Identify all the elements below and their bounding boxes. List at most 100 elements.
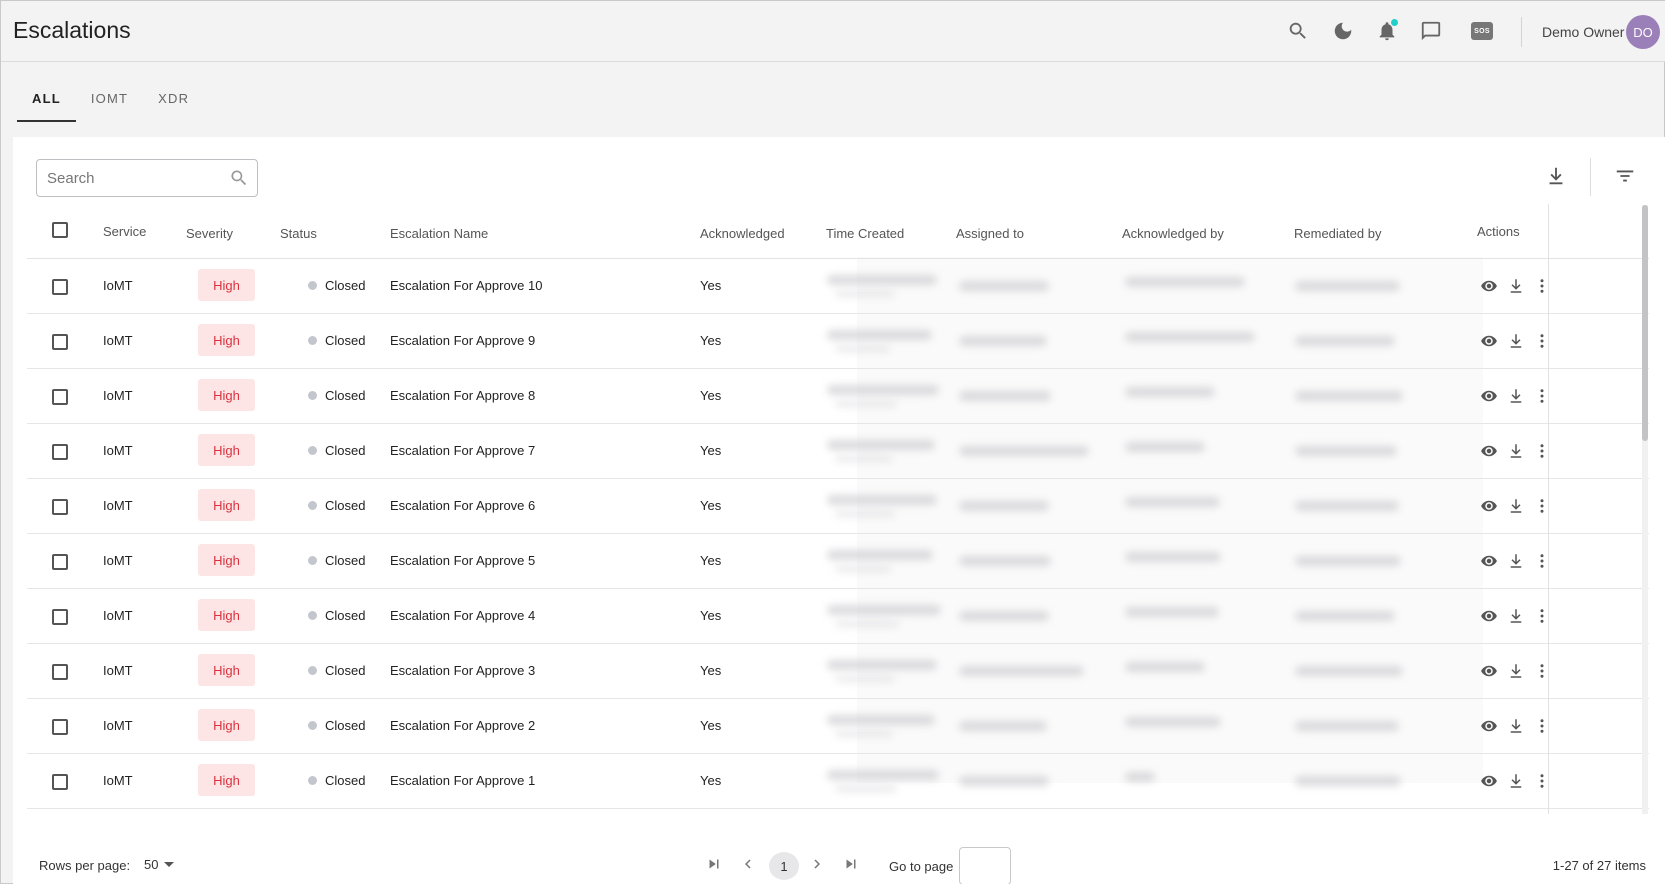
row-checkbox[interactable] xyxy=(52,334,68,350)
eye-icon[interactable] xyxy=(1478,605,1500,627)
go-to-page-input[interactable] xyxy=(959,847,1011,884)
table-row[interactable]: IoMT High Closed Escalation For Approve … xyxy=(27,589,1649,644)
col-service[interactable]: Service xyxy=(103,224,146,239)
download-icon[interactable] xyxy=(1505,495,1527,517)
col-severity[interactable]: Severity xyxy=(186,226,233,241)
assigned-to-redacted xyxy=(959,611,1049,621)
first-page-button[interactable] xyxy=(701,851,727,877)
row-checkbox[interactable] xyxy=(52,444,68,460)
table-row[interactable]: IoMT High Closed Escalation For Approve … xyxy=(27,754,1649,809)
acknowledged-cell: Yes xyxy=(700,608,722,623)
eye-icon[interactable] xyxy=(1478,550,1500,572)
row-checkbox[interactable] xyxy=(52,664,68,680)
tab-iomt[interactable]: IOMT xyxy=(76,81,143,122)
eye-icon[interactable] xyxy=(1478,330,1500,352)
chat-icon[interactable] xyxy=(1419,19,1443,43)
escalation-name-cell[interactable]: Escalation For Approve 5 xyxy=(390,553,535,568)
sos-label: SOS xyxy=(1471,22,1493,40)
col-time-created[interactable]: Time Created xyxy=(826,226,904,241)
table-row[interactable]: IoMT High Closed Escalation For Approve … xyxy=(27,424,1649,479)
escalation-name-cell[interactable]: Escalation For Approve 8 xyxy=(390,388,535,403)
sos-icon[interactable]: SOS xyxy=(1470,19,1494,43)
more-vertical-icon[interactable] xyxy=(1531,495,1553,517)
previous-page-button[interactable] xyxy=(735,851,761,877)
eye-icon[interactable] xyxy=(1478,275,1500,297)
more-vertical-icon[interactable] xyxy=(1531,605,1553,627)
row-checkbox[interactable] xyxy=(52,774,68,790)
table-row[interactable]: IoMT High Closed Escalation For Approve … xyxy=(27,534,1649,589)
avatar[interactable]: DO xyxy=(1626,15,1660,49)
next-page-button[interactable] xyxy=(804,851,830,877)
current-page-button[interactable]: 1 xyxy=(769,852,799,880)
table-row[interactable]: IoMT High Closed Escalation For Approve … xyxy=(27,699,1649,754)
table-row[interactable]: IoMT High Closed Escalation For Approve … xyxy=(27,369,1649,424)
status-label: Closed xyxy=(325,608,366,623)
download-icon[interactable] xyxy=(1505,605,1527,627)
col-acknowledged[interactable]: Acknowledged xyxy=(700,226,785,241)
table-row[interactable]: IoMT High Closed Escalation For Approve … xyxy=(27,644,1649,699)
eye-icon[interactable] xyxy=(1478,440,1500,462)
eye-icon[interactable] xyxy=(1478,660,1500,682)
scrollbar-thumb[interactable] xyxy=(1642,205,1648,441)
eye-icon[interactable] xyxy=(1478,770,1500,792)
status-dot xyxy=(308,776,317,785)
eye-icon[interactable] xyxy=(1478,715,1500,737)
escalation-name-cell[interactable]: Escalation For Approve 3 xyxy=(390,663,535,678)
download-icon[interactable] xyxy=(1505,715,1527,737)
moon-icon[interactable] xyxy=(1331,19,1355,43)
row-checkbox[interactable] xyxy=(52,719,68,735)
tab-all[interactable]: ALL xyxy=(17,81,76,122)
search-icon[interactable] xyxy=(229,168,249,188)
filter-icon[interactable] xyxy=(1613,164,1637,188)
severity-badge: High xyxy=(198,764,255,796)
select-all-checkbox[interactable] xyxy=(52,222,68,238)
eye-icon[interactable] xyxy=(1478,495,1500,517)
search-icon[interactable] xyxy=(1286,19,1310,43)
assigned-to-redacted xyxy=(959,501,1049,511)
col-remediated-by[interactable]: Remediated by xyxy=(1294,226,1381,241)
download-icon[interactable] xyxy=(1505,440,1527,462)
row-checkbox[interactable] xyxy=(52,499,68,515)
download-icon[interactable] xyxy=(1505,385,1527,407)
table-row[interactable]: IoMT High Closed Escalation For Approve … xyxy=(27,479,1649,534)
col-assigned-to[interactable]: Assigned to xyxy=(956,226,1024,241)
escalation-name-cell[interactable]: Escalation For Approve 6 xyxy=(390,498,535,513)
col-acknowledged-by[interactable]: Acknowledged by xyxy=(1122,226,1224,241)
escalation-name-cell[interactable]: Escalation For Approve 10 xyxy=(390,278,542,293)
download-icon[interactable] xyxy=(1505,770,1527,792)
escalation-name-cell[interactable]: Escalation For Approve 4 xyxy=(390,608,535,623)
user-name[interactable]: Demo Owner xyxy=(1542,24,1624,40)
last-page-button[interactable] xyxy=(838,851,864,877)
search-input[interactable] xyxy=(47,168,217,188)
col-status[interactable]: Status xyxy=(280,226,317,241)
escalation-name-cell[interactable]: Escalation For Approve 9 xyxy=(390,333,535,348)
more-vertical-icon[interactable] xyxy=(1531,550,1553,572)
row-checkbox[interactable] xyxy=(52,554,68,570)
eye-icon[interactable] xyxy=(1478,385,1500,407)
table-row[interactable]: IoMT High Closed Escalation For Approve … xyxy=(27,314,1649,369)
rows-per-page-select[interactable]: 50 xyxy=(144,857,175,872)
download-icon[interactable] xyxy=(1544,164,1568,188)
col-escalation-name[interactable]: Escalation Name xyxy=(390,226,488,241)
download-icon[interactable] xyxy=(1505,275,1527,297)
escalation-name-cell[interactable]: Escalation For Approve 1 xyxy=(390,773,535,788)
download-icon[interactable] xyxy=(1505,550,1527,572)
row-checkbox[interactable] xyxy=(52,389,68,405)
escalation-name-cell[interactable]: Escalation For Approve 2 xyxy=(390,718,535,733)
more-vertical-icon[interactable] xyxy=(1531,770,1553,792)
more-vertical-icon[interactable] xyxy=(1531,330,1553,352)
more-vertical-icon[interactable] xyxy=(1531,385,1553,407)
severity-badge: High xyxy=(198,709,255,741)
download-icon[interactable] xyxy=(1505,660,1527,682)
more-vertical-icon[interactable] xyxy=(1531,715,1553,737)
bell-icon[interactable] xyxy=(1375,19,1399,43)
row-checkbox[interactable] xyxy=(52,609,68,625)
more-vertical-icon[interactable] xyxy=(1531,440,1553,462)
row-checkbox[interactable] xyxy=(52,279,68,295)
tab-xdr[interactable]: XDR xyxy=(143,81,204,122)
table-row[interactable]: IoMT High Closed Escalation For Approve … xyxy=(27,259,1649,314)
more-vertical-icon[interactable] xyxy=(1531,275,1553,297)
more-vertical-icon[interactable] xyxy=(1531,660,1553,682)
escalation-name-cell[interactable]: Escalation For Approve 7 xyxy=(390,443,535,458)
download-icon[interactable] xyxy=(1505,330,1527,352)
